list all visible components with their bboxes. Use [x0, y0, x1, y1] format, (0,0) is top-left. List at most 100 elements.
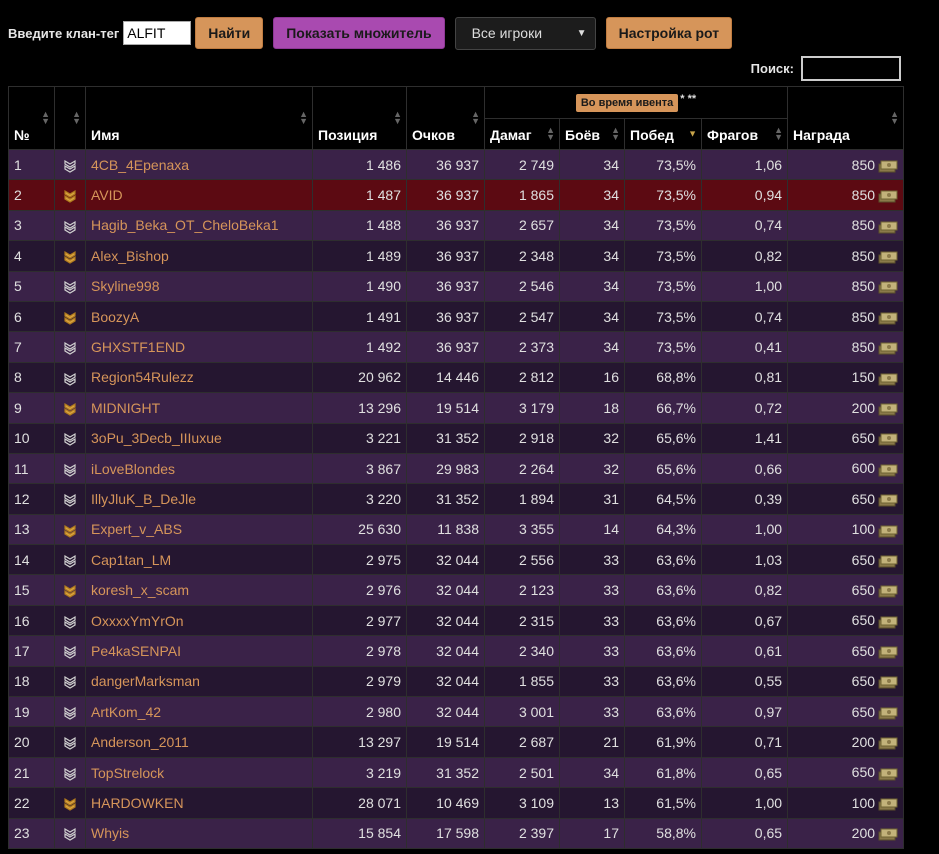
rot-settings-button[interactable]: Настройка рот	[605, 17, 733, 49]
col-header-rank[interactable]: ▲ ▼	[54, 86, 86, 150]
wins-cell: 63,6%	[624, 574, 702, 606]
reward-value: 650	[851, 430, 876, 447]
points-cell: 10 469	[406, 787, 485, 819]
chevron-icon	[63, 460, 77, 477]
col-header-wins[interactable]: Побед ▼	[624, 118, 702, 150]
wins-cell: 65,6%	[624, 422, 702, 454]
player-name[interactable]: Alex_Bishop	[85, 240, 313, 272]
table-row[interactable]: 5 Skyline998 1 490 36 937 2 546 34 73,5% 1,00 85…	[8, 270, 905, 302]
player-name[interactable]: TopStrelock	[85, 756, 313, 789]
gold-chevron-icon	[63, 400, 77, 416]
player-name[interactable]: Region54Rulezz	[85, 361, 313, 394]
table-row[interactable]: 2 AVID 1 487 36 937 1 865 34 73,5% 0,94 850	[8, 179, 905, 211]
battles-cell: 33	[559, 696, 625, 728]
col-header-battles[interactable]: Боёв ▲ ▼	[559, 118, 625, 150]
chevron-icon	[63, 734, 77, 750]
money-icon	[875, 521, 898, 538]
col-header-points[interactable]: Очков ▲ ▼	[406, 86, 485, 150]
table-row[interactable]: 7 GHXSTF1END 1 492 36 937 2 373 34 73,5% 0,41 85…	[8, 331, 905, 363]
player-name[interactable]: HARDOWKEN	[85, 787, 313, 819]
player-name[interactable]: OxxxxYmYrOn	[85, 604, 313, 637]
frags-cell: 1,03	[700, 544, 789, 576]
table-row[interactable]: 6 BoozyA 1 491 36 937 2 547 34 73,5% 0,74 850	[8, 300, 905, 333]
reward-value: 650	[851, 673, 876, 690]
search-input[interactable]	[801, 56, 901, 81]
battles-cell: 34	[559, 240, 625, 272]
player-name[interactable]: MIDNIGHT	[85, 392, 313, 424]
reward-value: 850	[851, 338, 876, 355]
table-row[interactable]: 22 HARDOWKEN 28 071 10 469 3 109 13 61,5% 1,00 1…	[8, 787, 905, 819]
reward-cell: 650	[787, 665, 905, 698]
player-name[interactable]: IllyJluK_B_DeJle	[85, 483, 313, 515]
table-row[interactable]: 13 Expert_v_ABS 25 630 11 838 3 355 14 64,3% 1,…	[8, 513, 905, 546]
wins-cell: 68,8%	[624, 361, 702, 394]
rank-cell	[54, 604, 86, 637]
player-name[interactable]: 4CB_4Epenaxa	[85, 148, 313, 181]
player-name[interactable]: AVID	[85, 179, 313, 211]
table-row[interactable]: 19 ArtKom_42 2 980 32 044 3 001 33 63,6% 0,97 65…	[8, 696, 905, 728]
table-row[interactable]: 23 Whyis 15 854 17 598 2 397 17 58,8% 0,65 200	[8, 817, 905, 849]
table-row[interactable]: 20 Anderson_2011 13 297 19 514 2 687 21 61,9% 0…	[8, 726, 905, 758]
frags-cell: 0,82	[700, 240, 789, 272]
table-row[interactable]: 4 Alex_Bishop 1 489 36 937 2 348 34 73,5% 0,82 8…	[8, 240, 905, 272]
player-name[interactable]: Pe4kaSENPAI	[85, 635, 313, 667]
player-name[interactable]: dangerMarksman	[85, 665, 313, 698]
battles-cell: 34	[559, 756, 625, 789]
col-header-position[interactable]: Позиция ▲ ▼	[312, 86, 407, 150]
reward-value: 850	[851, 217, 876, 234]
rank-cell	[54, 209, 86, 242]
clan-tag-input[interactable]	[123, 21, 192, 45]
frags-cell: 0,74	[700, 209, 789, 242]
position-cell: 3 219	[312, 756, 407, 789]
reward-cell: 650	[787, 604, 905, 637]
table-row[interactable]: 14 Cap1tan_LM 2 975 32 044 2 556 33 63,6% 1,03 6…	[8, 544, 905, 576]
row-num: 8	[8, 361, 55, 394]
table-row[interactable]: 9 MIDNIGHT 13 296 19 514 3 179 18 66,7% 0,72 200	[8, 392, 905, 424]
damage-cell: 2 547	[484, 300, 560, 333]
chevron-icon	[63, 339, 77, 355]
show-multiplier-button[interactable]: Показать множитель	[273, 17, 445, 49]
table-row[interactable]: 12 IllyJluK_B_DeJle 3 220 31 352 1 894 31 64,5…	[8, 483, 905, 515]
player-name[interactable]: Hagib_Beka_OT_CheloBeka1	[85, 209, 313, 242]
player-name[interactable]: koresh_x_scam	[85, 574, 313, 606]
row-num: 3	[8, 209, 55, 242]
table-row[interactable]: 15 koresh_x_scam 2 976 32 044 2 123 33 63,6% 0,…	[8, 574, 905, 606]
frags-cell: 0,97	[700, 696, 789, 728]
col-header-reward[interactable]: Награда ▲ ▼	[787, 86, 905, 150]
table-row[interactable]: 8 Region54Rulezz 20 962 14 446 2 812 16 68,8% 0…	[8, 361, 905, 394]
table-row[interactable]: 17 Pe4kaSENPAI 2 978 32 044 2 340 33 63,6% 0,61…	[8, 635, 905, 667]
table-row[interactable]: 1 4CB_4Epenaxa 1 486 36 937 2 749 34 73,5% 1,06…	[8, 148, 905, 181]
reward-cell: 850	[787, 331, 905, 363]
col-header-num[interactable]: № ▲ ▼	[8, 86, 55, 150]
player-name[interactable]: iLoveBlondes	[85, 452, 313, 485]
col-header-name[interactable]: Имя ▲ ▼	[85, 86, 313, 150]
event-badge[interactable]: Во время ивента	[575, 93, 679, 112]
player-name[interactable]: ArtKom_42	[85, 696, 313, 728]
col-header-damage[interactable]: Дамаг ▲ ▼	[484, 118, 560, 150]
table-row[interactable]: 3 Hagib_Beka_OT_CheloBeka1 1 488 36 937 2 65…	[8, 209, 905, 242]
col-header-frags[interactable]: Фрагов ▲ ▼	[700, 118, 789, 150]
table-row[interactable]: 21 TopStrelock 3 219 31 352 2 501 34 61,8% 0,65…	[8, 756, 905, 789]
chevron-icon	[63, 643, 77, 659]
player-name[interactable]: BoozyA	[85, 300, 313, 333]
player-name[interactable]: GHXSTF1END	[85, 331, 313, 363]
table-row[interactable]: 10 3oPu_3Decb_IIIuxue 3 221 31 352 2 918 32 65…	[8, 422, 905, 454]
table-row[interactable]: 18 dangerMarksman 2 979 32 044 1 855 33 63,6% 0…	[8, 665, 905, 698]
battles-cell: 33	[559, 635, 625, 667]
player-name[interactable]: Cap1tan_LM	[85, 544, 313, 576]
player-name[interactable]: Skyline998	[85, 270, 313, 302]
find-button[interactable]: Найти	[195, 17, 264, 49]
frags-cell: 0,65	[700, 756, 789, 789]
table-row[interactable]: 16 OxxxxYmYrOn 2 977 32 044 2 315 33 63,6% 0,67…	[8, 604, 905, 637]
player-name[interactable]: Expert_v_ABS	[85, 513, 313, 546]
players-filter-select[interactable]: Все игроки ▼	[454, 16, 596, 50]
row-num: 23	[8, 817, 55, 849]
player-name[interactable]: Anderson_2011	[85, 726, 313, 758]
reward-cell: 650	[787, 422, 905, 454]
player-name[interactable]: 3oPu_3Decb_IIIuxue	[85, 422, 313, 454]
position-cell: 1 492	[312, 331, 407, 363]
player-name[interactable]: Whyis	[85, 817, 313, 849]
table-row[interactable]: 11 iLoveBlondes 3 867 29 983 2 264 32 65,6% 0,6…	[8, 452, 905, 485]
points-cell: 36 937	[406, 331, 485, 363]
battles-cell: 14	[559, 513, 625, 546]
